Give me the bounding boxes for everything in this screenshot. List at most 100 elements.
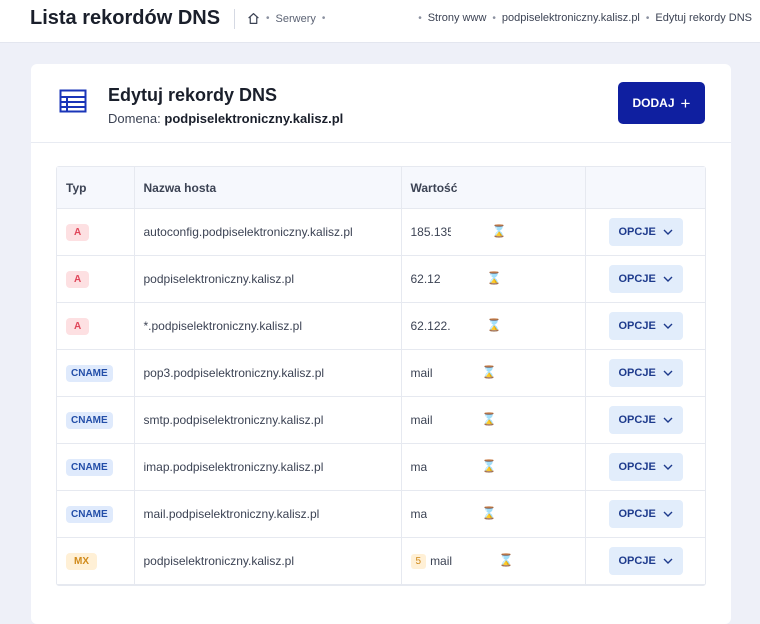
- record-value: ma: [410, 507, 428, 522]
- breadcrumb: • Serwery •: [247, 12, 325, 25]
- options-label: OPCJE: [618, 273, 656, 285]
- domain-line: Domena: podpiselektroniczny.kalisz.pl: [108, 111, 343, 126]
- table-header-row: Typ Nazwa hosta Wartość: [57, 167, 705, 209]
- options-button[interactable]: OPCJE: [608, 500, 683, 528]
- value-cell: ma ⌛: [401, 490, 586, 538]
- title-divider: [234, 9, 235, 29]
- record-type-badge: CNAME: [66, 505, 113, 523]
- type-cell: A: [57, 302, 135, 350]
- value-cell: mail ⌛: [401, 396, 586, 444]
- value-cell: 62.122. ⌛: [401, 302, 586, 350]
- options-button[interactable]: OPCJE: [608, 453, 683, 481]
- record-type-badge: CNAME: [66, 458, 113, 476]
- value-cell: 5 mail ⌛: [401, 537, 586, 585]
- table-row: CNAME imap.podpiselektroniczny.kalisz.pl m…: [57, 443, 705, 491]
- options-button[interactable]: OPCJE: [608, 359, 683, 387]
- plus-icon: +: [680, 93, 691, 113]
- chevron-down-icon: [663, 417, 673, 423]
- record-value: 185.135.: [410, 225, 451, 240]
- table-row: A *.podpiselektroniczny.kalisz.pl 62.122. ⌛…: [57, 302, 705, 350]
- breadcrumb-separator: •: [321, 13, 326, 24]
- record-type-badge: CNAME: [66, 411, 113, 429]
- actions-cell: OPCJE: [585, 208, 705, 256]
- hourglass-icon: ⌛: [481, 412, 497, 426]
- hourglass-icon: ⌛: [481, 506, 497, 520]
- chevron-down-icon: [663, 229, 673, 235]
- host-cell: podpiselektroniczny.kalisz.pl: [134, 255, 402, 303]
- table-row: MX podpiselektroniczny.kalisz.pl 5 mail ⌛ OPC…: [57, 537, 705, 585]
- options-label: OPCJE: [618, 508, 656, 520]
- chevron-down-icon: [663, 558, 673, 564]
- value-cell: 62.122 ⌛: [401, 255, 586, 303]
- breadcrumb-domain[interactable]: podpiselektroniczny.kalisz.pl: [502, 12, 640, 24]
- actions-cell: OPCJE: [585, 396, 705, 444]
- options-button[interactable]: OPCJE: [608, 265, 683, 293]
- table-row: CNAME smtp.podpiselektroniczny.kalisz.pl m…: [57, 396, 705, 444]
- domain-value: podpiselektroniczny.kalisz.pl: [164, 111, 344, 126]
- chevron-down-icon: [663, 464, 673, 470]
- options-label: OPCJE: [618, 414, 656, 426]
- value-cell: ma ⌛: [401, 443, 586, 491]
- host-cell: podpiselektroniczny.kalisz.pl: [134, 537, 402, 585]
- record-value: ma: [410, 460, 428, 475]
- home-icon[interactable]: [247, 12, 260, 25]
- actions-cell: OPCJE: [585, 302, 705, 350]
- type-cell: CNAME: [57, 443, 135, 491]
- breadcrumb-websites[interactable]: Strony www: [428, 12, 487, 24]
- options-button[interactable]: OPCJE: [608, 547, 683, 575]
- hourglass-icon: ⌛: [486, 318, 502, 332]
- options-button[interactable]: OPCJE: [608, 312, 683, 340]
- breadcrumb-separator: •: [266, 13, 270, 24]
- record-type-badge: A: [66, 270, 90, 288]
- column-actions: [585, 167, 705, 209]
- add-record-button[interactable]: DODAJ +: [618, 82, 705, 124]
- host-cell: mail.podpiselektroniczny.kalisz.pl: [134, 490, 402, 538]
- options-button[interactable]: OPCJE: [608, 218, 683, 246]
- column-host: Nazwa hosta: [134, 167, 402, 209]
- card-title: Edytuj rekordy DNS: [108, 85, 278, 105]
- options-button[interactable]: OPCJE: [608, 406, 683, 434]
- hourglass-icon: ⌛: [481, 459, 497, 473]
- type-cell: A: [57, 208, 135, 256]
- record-value: mail: [410, 413, 433, 428]
- table-row: Aautoconfig.podpiselektroniczny.kalisz.p…: [57, 208, 705, 256]
- domain-label: Domena:: [108, 111, 161, 126]
- dns-card: Edytuj rekordy DNS Domena: podpiselektro…: [31, 64, 731, 624]
- actions-cell: OPCJE: [585, 255, 705, 303]
- actions-cell: OPCJE: [585, 537, 705, 585]
- actions-cell: OPCJE: [585, 490, 705, 538]
- top-header: Lista rekordów DNS • Serwery • • Strony …: [0, 0, 760, 43]
- options-label: OPCJE: [618, 555, 656, 567]
- card-header: Edytuj rekordy DNS Domena: podpiselektro…: [31, 64, 731, 143]
- record-type-badge: A: [66, 317, 90, 335]
- breadcrumb-current: Edytuj rekordy DNS: [655, 12, 752, 24]
- table-icon: [59, 89, 87, 118]
- host-cell: pop3.podpiselektroniczny.kalisz.pl: [134, 349, 402, 397]
- dns-table: Typ Nazwa hosta Wartość Aautoconfig.podp…: [56, 166, 706, 586]
- breadcrumb-trail: • Strony www • podpiselektroniczny.kalis…: [418, 12, 752, 24]
- type-cell: A: [57, 255, 135, 303]
- chevron-down-icon: [663, 276, 673, 282]
- host-cell: *.podpiselektroniczny.kalisz.pl: [134, 302, 402, 350]
- breadcrumb-servers[interactable]: Serwery: [276, 13, 316, 25]
- page-title: Lista rekordów DNS: [30, 7, 221, 29]
- priority-badge: 5: [410, 553, 427, 569]
- breadcrumb-separator: •: [492, 12, 496, 24]
- options-label: OPCJE: [618, 461, 656, 473]
- table-row: CNAME mail.podpiselektroniczny.kalisz.pl m…: [57, 490, 705, 538]
- hourglass-icon: ⌛: [481, 365, 497, 379]
- host-cell: autoconfig.podpiselektroniczny.kalisz.pl: [134, 208, 402, 256]
- record-value: 62.122: [410, 272, 441, 287]
- host-cell: smtp.podpiselektroniczny.kalisz.pl: [134, 396, 402, 444]
- hourglass-icon: ⌛: [498, 553, 514, 567]
- record-value: mail: [410, 366, 433, 381]
- record-type-badge: A: [66, 223, 90, 241]
- add-label: DODAJ: [632, 96, 675, 110]
- type-cell: MX: [57, 537, 135, 585]
- column-value: Wartość: [401, 167, 586, 209]
- value-cell: mail ⌛: [401, 349, 586, 397]
- record-value: mail: [430, 554, 453, 569]
- options-label: OPCJE: [618, 320, 656, 332]
- record-value: 62.122.: [410, 319, 451, 334]
- hourglass-icon: ⌛: [486, 271, 502, 285]
